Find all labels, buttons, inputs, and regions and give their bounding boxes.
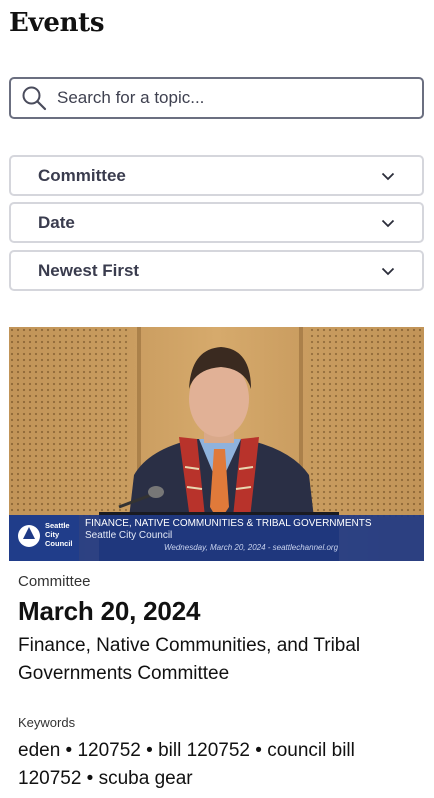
date-filter-label: Date bbox=[38, 212, 75, 232]
banner-subtitle: Seattle City Council bbox=[85, 530, 172, 541]
chevron-down-icon bbox=[380, 263, 396, 279]
search-input[interactable] bbox=[57, 88, 397, 108]
page-title: Events bbox=[9, 8, 105, 38]
speaker-video-frame: Seattle City Council FINANCE, NATIVE COM… bbox=[9, 327, 424, 561]
event-type: Committee bbox=[18, 573, 91, 590]
keywords-list: eden • 120752 • bill 120752 • council bi… bbox=[18, 740, 355, 789]
committee-filter-label: Committee bbox=[38, 165, 126, 185]
committee-filter-dropdown[interactable]: Committee bbox=[9, 155, 424, 196]
logo-line-2: City bbox=[45, 530, 60, 539]
logo-line-1: Seattle bbox=[45, 521, 70, 530]
logo-line-3: Council bbox=[45, 539, 73, 548]
search-icon bbox=[21, 85, 47, 111]
banner-dateline: Wednesday, March 20, 2024 - seattlechann… bbox=[164, 543, 339, 552]
chevron-down-icon bbox=[380, 168, 396, 184]
chevron-down-icon bbox=[380, 215, 396, 231]
search-box[interactable] bbox=[9, 77, 424, 119]
keywords-label: Keywords bbox=[18, 715, 76, 730]
banner-title: FINANCE, NATIVE COMMUNITIES & TRIBAL GOV… bbox=[85, 518, 372, 529]
sort-order-label: Newest First bbox=[38, 260, 140, 280]
sort-order-dropdown[interactable]: Newest First bbox=[9, 250, 424, 291]
event-video-thumbnail[interactable]: Seattle City Council FINANCE, NATIVE COM… bbox=[9, 327, 424, 561]
date-filter-dropdown[interactable]: Date bbox=[9, 202, 424, 243]
event-name: Finance, Native Communities, and Tribal … bbox=[18, 635, 361, 684]
event-date[interactable]: March 20, 2024 bbox=[18, 596, 200, 627]
